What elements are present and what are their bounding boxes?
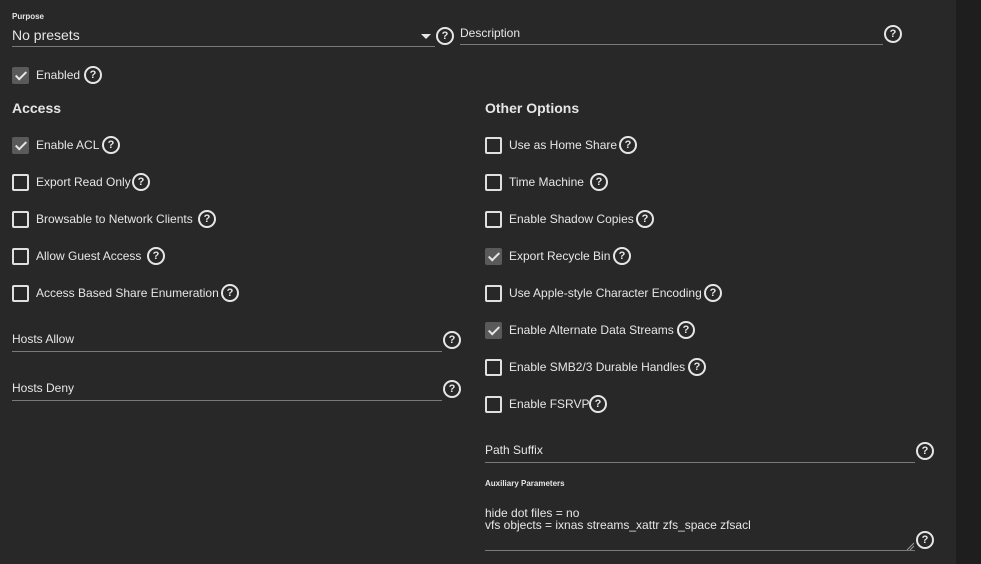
help-circle-icon[interactable]: ?	[590, 173, 608, 191]
apple-encoding-checkbox[interactable]	[485, 285, 502, 302]
enable-acl-checkbox[interactable]	[12, 137, 29, 154]
help-circle-icon[interactable]: ?	[221, 284, 239, 302]
auxiliary-underline	[485, 550, 915, 551]
home-share-label: Use as Home Share	[509, 138, 618, 152]
recycle-bin-label: Export Recycle Bin	[509, 249, 611, 263]
path-suffix-field[interactable]: Path Suffix	[485, 443, 543, 457]
durable-handles-label: Enable SMB2/3 Durable Handles	[509, 360, 686, 374]
help-circle-icon[interactable]: ?	[589, 395, 607, 413]
help-circle-icon[interactable]: ?	[102, 136, 120, 154]
alternate-streams-checkbox[interactable]	[485, 322, 502, 339]
auxiliary-label: Auxiliary Parameters	[485, 479, 565, 488]
recycle-bin-checkbox[interactable]	[485, 248, 502, 265]
abse-checkbox[interactable]	[12, 285, 29, 302]
resize-handle-icon[interactable]	[906, 542, 914, 550]
shadow-copies-checkbox[interactable]	[485, 211, 502, 228]
description-underline	[460, 44, 883, 45]
alternate-streams-label: Enable Alternate Data Streams	[509, 323, 674, 337]
help-circle-icon[interactable]: ?	[147, 247, 165, 265]
other-options-title: Other Options	[485, 100, 580, 116]
abse-label: Access Based Share Enumeration	[36, 286, 219, 300]
page-scrollbar[interactable]	[956, 0, 981, 564]
help-circle-icon[interactable]: ?	[443, 331, 461, 349]
caret-down-icon[interactable]	[421, 34, 431, 39]
shadow-copies-label: Enable Shadow Copies	[509, 212, 634, 226]
time-machine-checkbox[interactable]	[485, 174, 502, 191]
allow-guest-checkbox[interactable]	[12, 248, 29, 265]
hosts-deny-field[interactable]: Hosts Deny	[12, 381, 74, 395]
help-circle-icon[interactable]: ?	[436, 27, 454, 45]
help-circle-icon[interactable]: ?	[132, 173, 150, 191]
help-circle-icon[interactable]: ?	[198, 210, 216, 228]
enabled-label: Enabled	[36, 68, 81, 82]
fsrvp-checkbox[interactable]	[485, 396, 502, 413]
time-machine-label: Time Machine	[509, 175, 584, 189]
export-read-only-checkbox[interactable]	[12, 174, 29, 191]
hosts-deny-underline	[12, 400, 442, 401]
purpose-select-value[interactable]: No presets	[12, 27, 80, 43]
help-circle-icon[interactable]: ?	[619, 136, 637, 154]
help-circle-icon[interactable]: ?	[677, 321, 695, 339]
enable-acl-label: Enable ACL	[36, 138, 100, 152]
apple-encoding-label: Use Apple-style Character Encoding	[509, 286, 702, 300]
enabled-checkbox[interactable]	[12, 67, 29, 84]
purpose-label: Purpose	[12, 12, 45, 21]
purpose-underline	[12, 46, 435, 47]
help-circle-icon[interactable]: ?	[884, 25, 902, 43]
access-title: Access	[12, 100, 62, 116]
help-circle-icon[interactable]: ?	[84, 66, 102, 84]
hosts-allow-underline	[12, 351, 442, 352]
hosts-allow-field[interactable]: Hosts Allow	[12, 332, 74, 346]
help-circle-icon[interactable]: ?	[704, 284, 722, 302]
home-share-checkbox[interactable]	[485, 137, 502, 154]
browsable-label: Browsable to Network Clients	[36, 212, 193, 226]
auxiliary-textarea[interactable]: hide dot files = no vfs objects = ixnas …	[485, 507, 751, 531]
help-circle-icon[interactable]: ?	[443, 380, 461, 398]
help-circle-icon[interactable]: ?	[636, 210, 654, 228]
fsrvp-label: Enable FSRVP	[509, 397, 590, 411]
durable-handles-checkbox[interactable]	[485, 359, 502, 376]
path-suffix-underline	[485, 462, 915, 463]
help-circle-icon[interactable]: ?	[916, 531, 934, 549]
description-field[interactable]: Description	[460, 26, 520, 40]
browsable-checkbox[interactable]	[12, 211, 29, 228]
allow-guest-label: Allow Guest Access	[36, 249, 142, 263]
help-circle-icon[interactable]: ?	[613, 247, 631, 265]
help-circle-icon[interactable]: ?	[688, 358, 706, 376]
help-circle-icon[interactable]: ?	[916, 442, 934, 460]
export-read-only-label: Export Read Only	[36, 175, 131, 189]
